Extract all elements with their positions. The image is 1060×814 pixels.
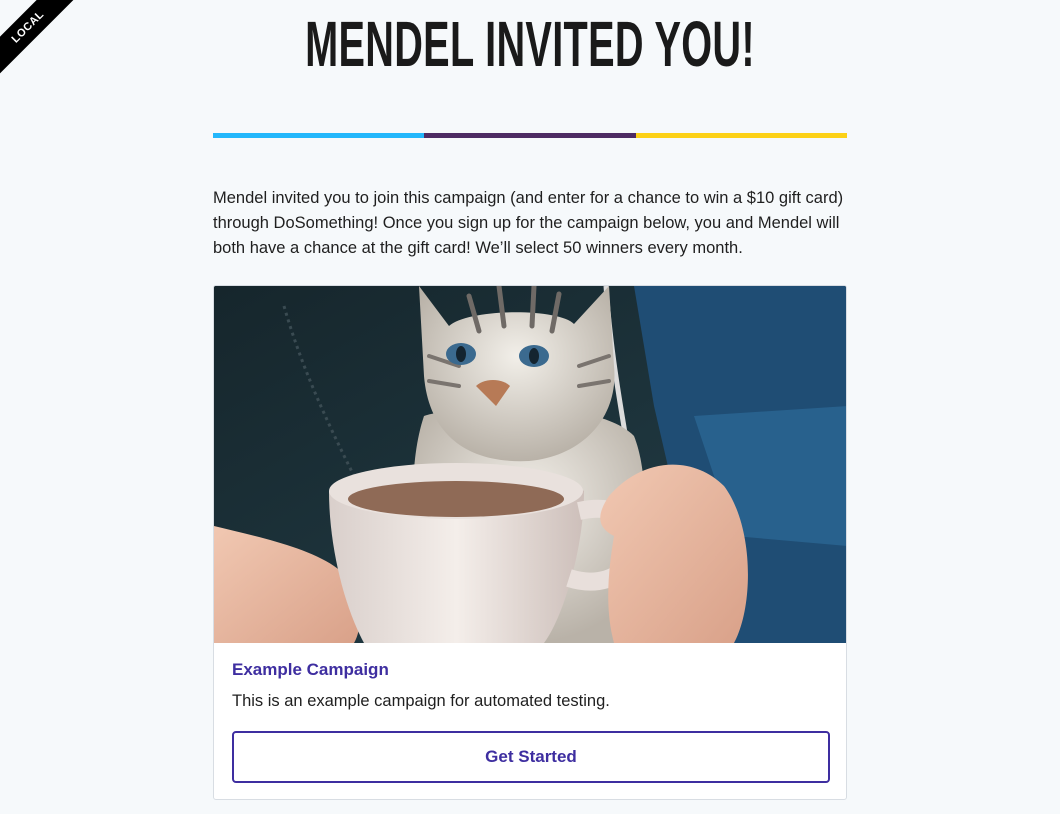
divider-segment-purple — [424, 133, 636, 138]
campaign-card: Example Campaign This is an example camp… — [213, 285, 847, 800]
get-started-button[interactable]: Get Started — [232, 731, 830, 783]
environment-ribbon: LOCAL — [0, 0, 100, 100]
color-divider — [213, 133, 847, 138]
divider-segment-blue — [213, 133, 425, 138]
invite-description: Mendel invited you to join this campaign… — [213, 189, 844, 257]
page-title: MENDEL INVITED YOU! — [305, 8, 755, 80]
campaign-title[interactable]: Example Campaign — [232, 659, 828, 681]
campaign-cover-image — [214, 286, 846, 643]
environment-label: LOCAL — [0, 0, 80, 79]
divider-segment-yellow — [635, 133, 847, 138]
campaign-description: This is an example campaign for automate… — [232, 692, 610, 710]
